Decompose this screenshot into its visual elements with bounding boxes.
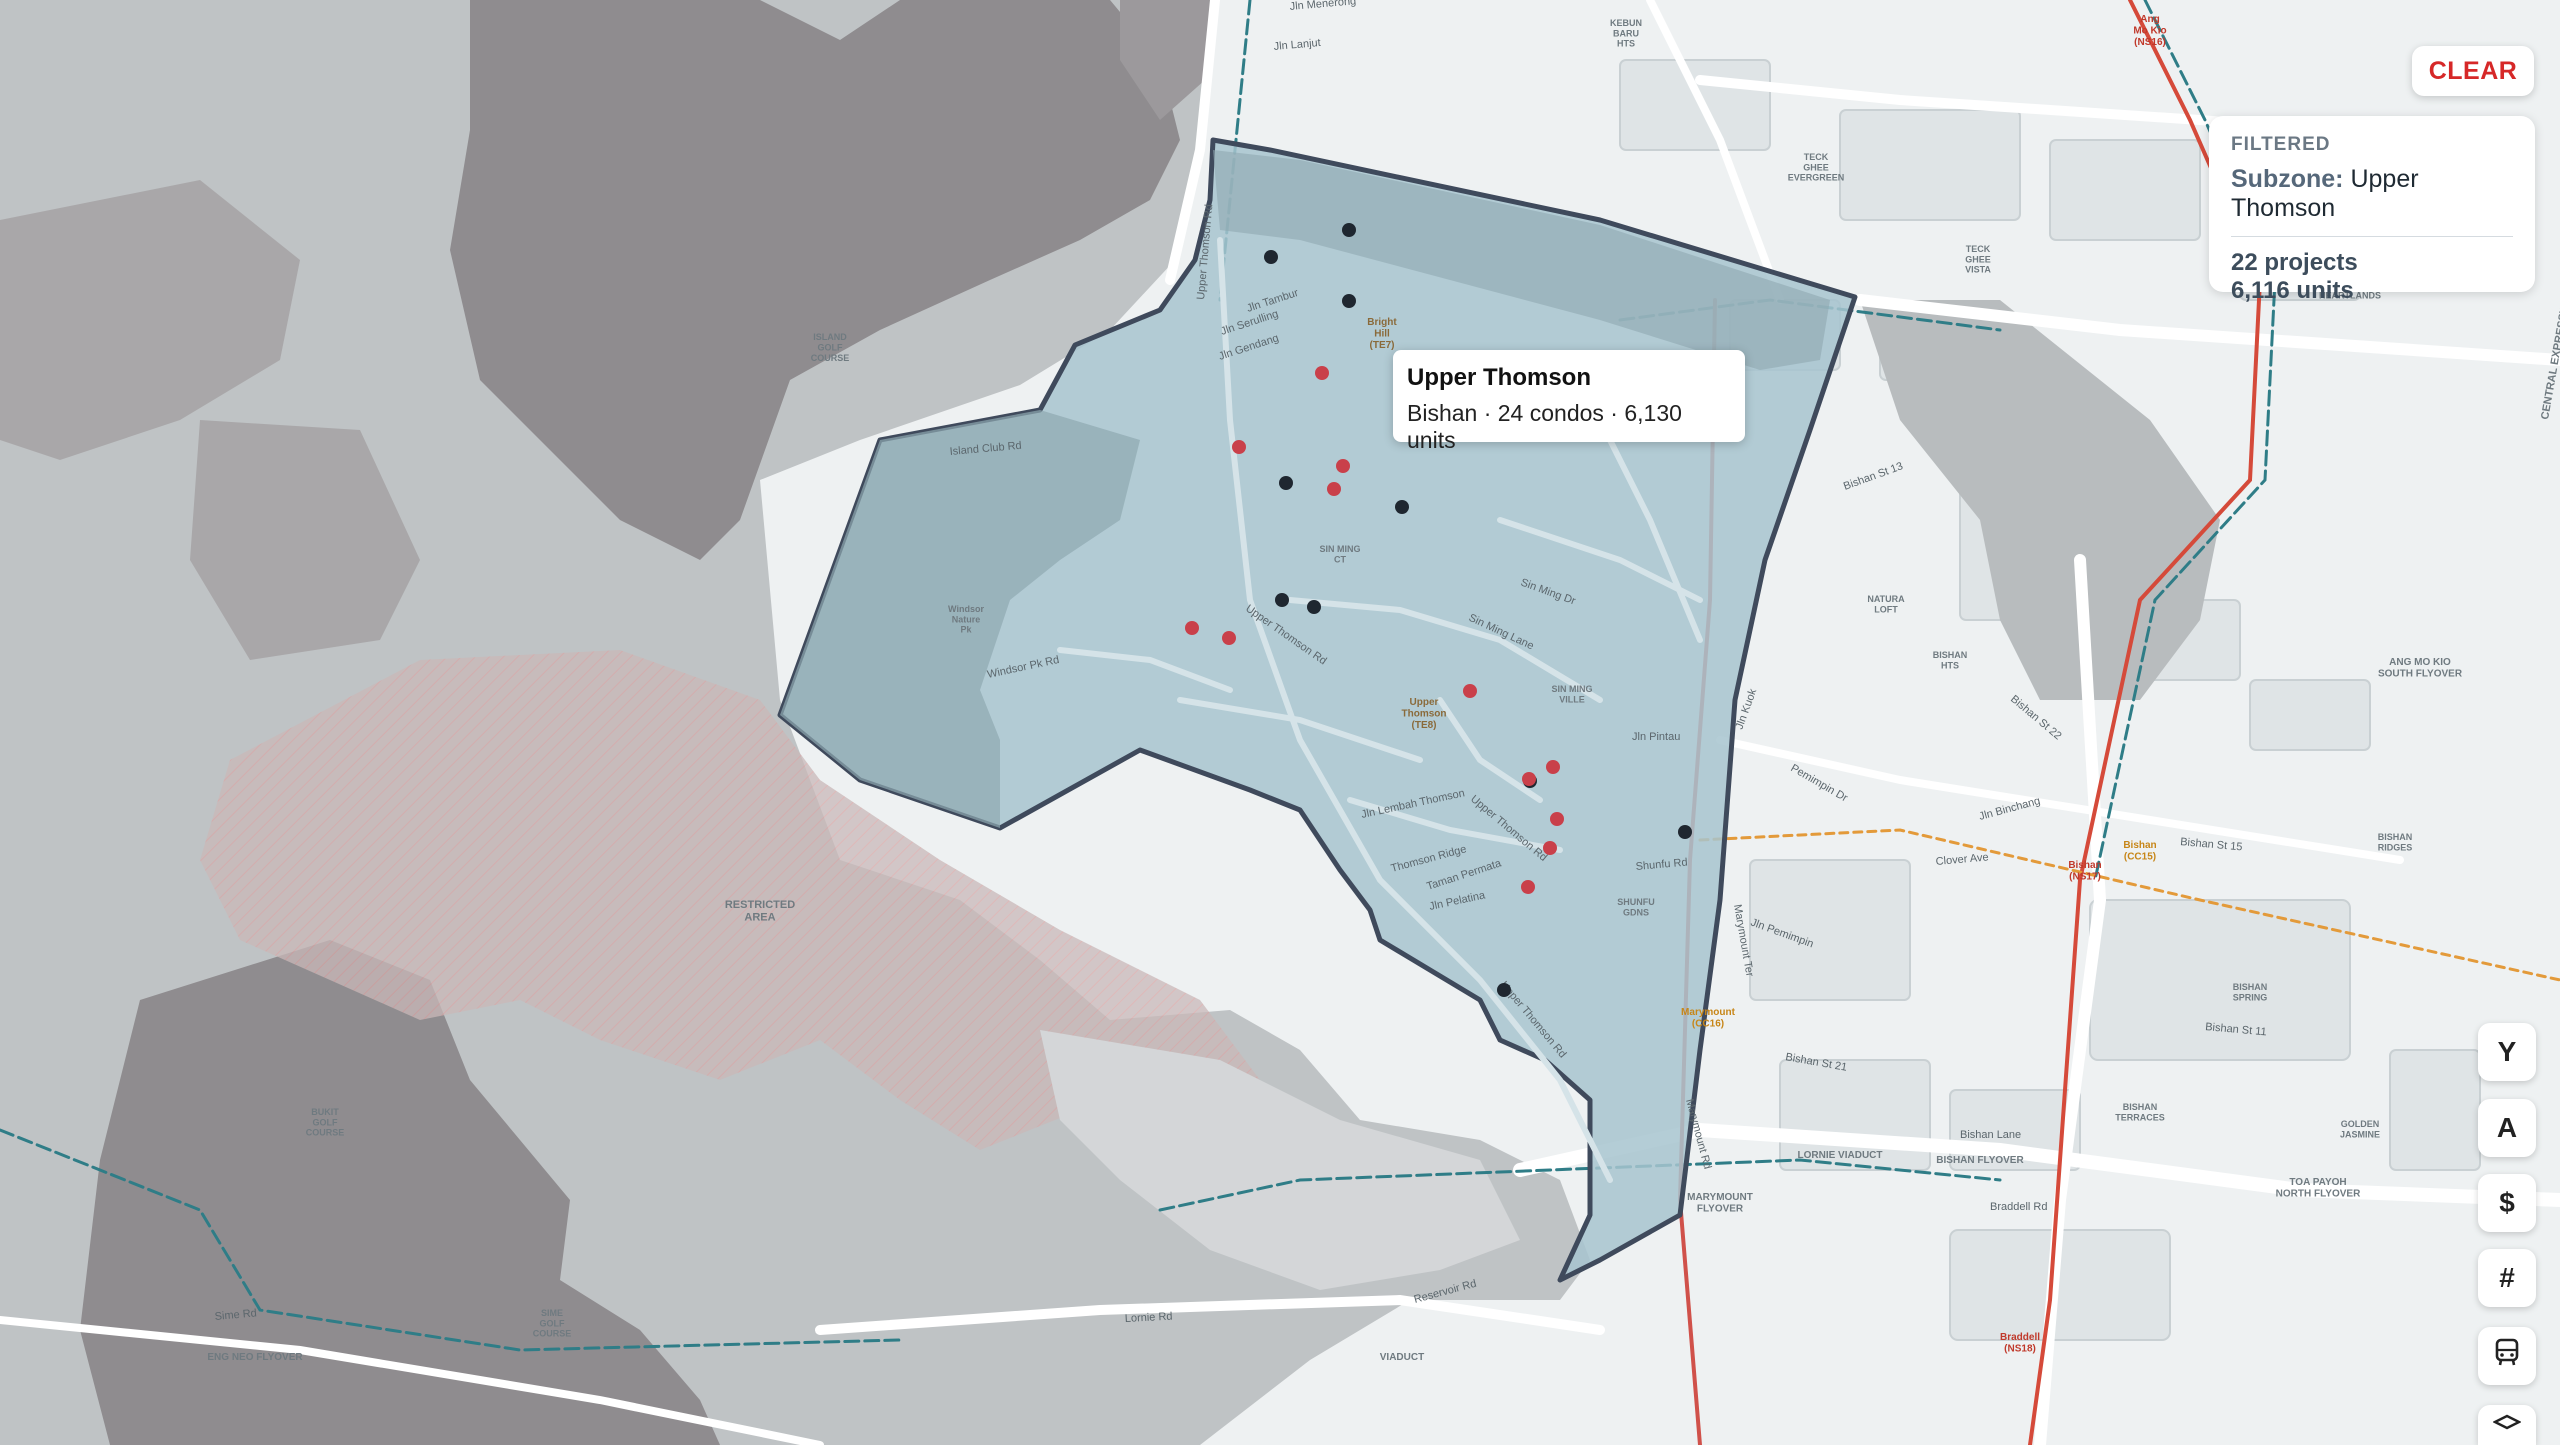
condo-marker[interactable] <box>1463 684 1477 698</box>
label-bishan-ridges: BISHAN RIDGES <box>2378 832 2413 852</box>
condo-marker[interactable] <box>1521 880 1535 894</box>
condo-marker[interactable] <box>1678 825 1692 839</box>
condo-marker[interactable] <box>1279 476 1293 490</box>
label-ang-mo-kio-south: ANG MO KIO SOUTH FLYOVER <box>2378 657 2463 680</box>
graduation-cap-icon <box>2492 1409 2522 1441</box>
condo-marker[interactable] <box>1395 500 1409 514</box>
filter-divider <box>2231 236 2513 237</box>
condo-marker[interactable] <box>1264 250 1278 264</box>
road-bishan-lane: Bishan Lane <box>1960 1129 2021 1141</box>
label-golden-jasmine: GOLDEN JASMINE <box>2340 1119 2380 1139</box>
label-bishan-flyover: BISHAN FLYOVER <box>1936 1155 2024 1166</box>
condo-marker[interactable] <box>1543 841 1557 855</box>
layer-count-button[interactable]: # <box>2478 1249 2536 1307</box>
subzone-tooltip: Upper Thomson Bishan · 24 condos · 6,130… <box>1393 350 1745 453</box>
label-marymount-flyover: MARYMOUNT FLYOVER <box>1687 1192 1753 1215</box>
clear-button[interactable]: CLEAR <box>2412 46 2534 96</box>
condo-marker[interactable] <box>1232 440 1246 454</box>
filter-title: FILTERED <box>2231 134 2331 155</box>
condo-marker[interactable] <box>1546 760 1560 774</box>
road-braddell: Braddell Rd <box>1990 1201 2047 1213</box>
label-bishan-stn: Bishan (CC15) <box>2123 840 2156 863</box>
label-teck-ghee-vista: TECK GHEE VISTA <box>1965 244 1991 275</box>
layer-a-button[interactable]: A <box>2478 1099 2536 1157</box>
condo-marker[interactable] <box>1336 459 1350 473</box>
filter-units: 6,116 units <box>2231 277 2354 304</box>
condo-marker[interactable] <box>1275 593 1289 607</box>
condo-marker[interactable] <box>1307 600 1321 614</box>
condo-marker[interactable] <box>1327 482 1341 496</box>
filter-projects: 22 projects <box>2231 249 2358 276</box>
layer-price-button[interactable]: $ <box>2478 1174 2536 1232</box>
map-canvas[interactable]: ISLAND GOLF COURSE RESTRICTED AREA BUKIT GOL… <box>0 0 2560 1445</box>
condo-marker[interactable] <box>1185 621 1199 635</box>
condo-marker[interactable] <box>1342 223 1356 237</box>
road-lornie: Lornie Rd <box>1125 1311 1173 1325</box>
school-button[interactable] <box>2478 1405 2536 1445</box>
filter-subzone-label: Subzone: <box>2231 165 2344 193</box>
tooltip-title: Upper Thomson <box>1407 364 1591 391</box>
condo-marker[interactable] <box>1222 631 1236 645</box>
label-bishan-spring: BISHAN SPRING <box>2233 982 2268 1002</box>
map-app: ISLAND GOLF COURSE RESTRICTED AREA BUKIT GOL… <box>0 0 2560 1445</box>
condo-marker[interactable] <box>1315 366 1329 380</box>
label-braddell: Braddell (NS18) <box>2000 1332 2040 1355</box>
road-jln-pintau: Jln Pintau <box>1632 731 1680 743</box>
condo-marker[interactable] <box>1342 294 1356 308</box>
bus-icon <box>2493 1338 2521 1375</box>
filter-panel: FILTERED Subzone: Upper Thomson 22 proje… <box>2209 116 2535 304</box>
label-viaduct: VIADUCT <box>1380 1352 1424 1363</box>
tooltip-subtitle: Bishan · 24 condos · 6,130 units <box>1407 400 1682 453</box>
filter-subzone: Subzone: Upper Thomson <box>2231 165 2513 223</box>
layer-y-button[interactable]: Y <box>2478 1023 2536 1081</box>
condo-marker[interactable] <box>1550 812 1564 826</box>
label-bishan-ns: Bishan (NS17) <box>2068 860 2101 883</box>
transit-button[interactable] <box>2478 1327 2536 1385</box>
label-lornie-viaduct: LORNIE VIADUCT <box>1798 1150 1883 1161</box>
label-eng-neo-flyover: ENG NEO FLYOVER <box>207 1352 303 1363</box>
condo-marker[interactable] <box>1497 983 1511 997</box>
condo-marker[interactable] <box>1522 772 1536 786</box>
